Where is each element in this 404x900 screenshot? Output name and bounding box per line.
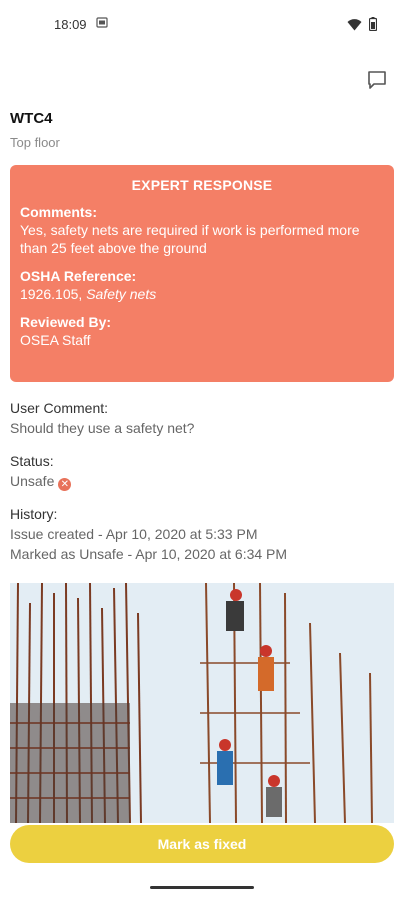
site-subtitle: Top floor bbox=[10, 135, 60, 150]
status-value: Unsafe bbox=[10, 473, 55, 489]
reviewed-by-value: OSEA Staff bbox=[20, 332, 91, 348]
site-title: WTC4 bbox=[10, 110, 53, 127]
history-entry: Issue created - Apr 10, 2020 at 5:33 PM bbox=[10, 526, 258, 542]
history-label: History: bbox=[10, 506, 58, 522]
expert-response-heading: EXPERT RESPONSE bbox=[131, 177, 273, 193]
osha-code: 1926.105, bbox=[20, 286, 83, 302]
close-circle-icon: ✕ bbox=[58, 478, 72, 491]
user-comment-section: User Comment: Should they use a safety n… bbox=[10, 398, 194, 438]
expert-response-card: EXPERT RESPONSE Comments: Yes, safety ne… bbox=[10, 165, 394, 382]
reviewed-by-label: Reviewed By: bbox=[20, 314, 112, 330]
status-value-row: Unsafe ✕ bbox=[10, 471, 72, 491]
history-section: History: Issue created - Apr 10, 2020 at… bbox=[10, 504, 287, 564]
osha-reference-label: OSHA Reference: bbox=[20, 268, 137, 284]
comments-text: Yes, safety nets are required if work is… bbox=[20, 222, 360, 256]
status-label: Status: bbox=[10, 453, 54, 469]
home-indicator[interactable] bbox=[150, 886, 254, 889]
comments-label: Comments: bbox=[20, 204, 98, 220]
sim-icon bbox=[96, 17, 108, 31]
user-comment-label: User Comment: bbox=[10, 400, 109, 416]
osha-reference-value: 1926.105, Safety nets bbox=[20, 285, 384, 303]
status-time: 18:09 bbox=[54, 17, 87, 32]
wifi-icon bbox=[347, 18, 362, 36]
chat-bubble-icon[interactable] bbox=[366, 69, 388, 91]
osha-title: Safety nets bbox=[86, 286, 157, 302]
status-section: Status: Unsafe ✕ bbox=[10, 451, 72, 491]
status-bar: 18:09 bbox=[0, 0, 404, 50]
mark-as-fixed-button[interactable]: Mark as fixed bbox=[10, 825, 394, 863]
history-entry: Marked as Unsafe - Apr 10, 2020 at 6:34 … bbox=[10, 546, 288, 562]
construction-photo[interactable] bbox=[10, 583, 394, 823]
battery-icon bbox=[368, 17, 378, 36]
user-comment-value: Should they use a safety net? bbox=[10, 420, 195, 436]
